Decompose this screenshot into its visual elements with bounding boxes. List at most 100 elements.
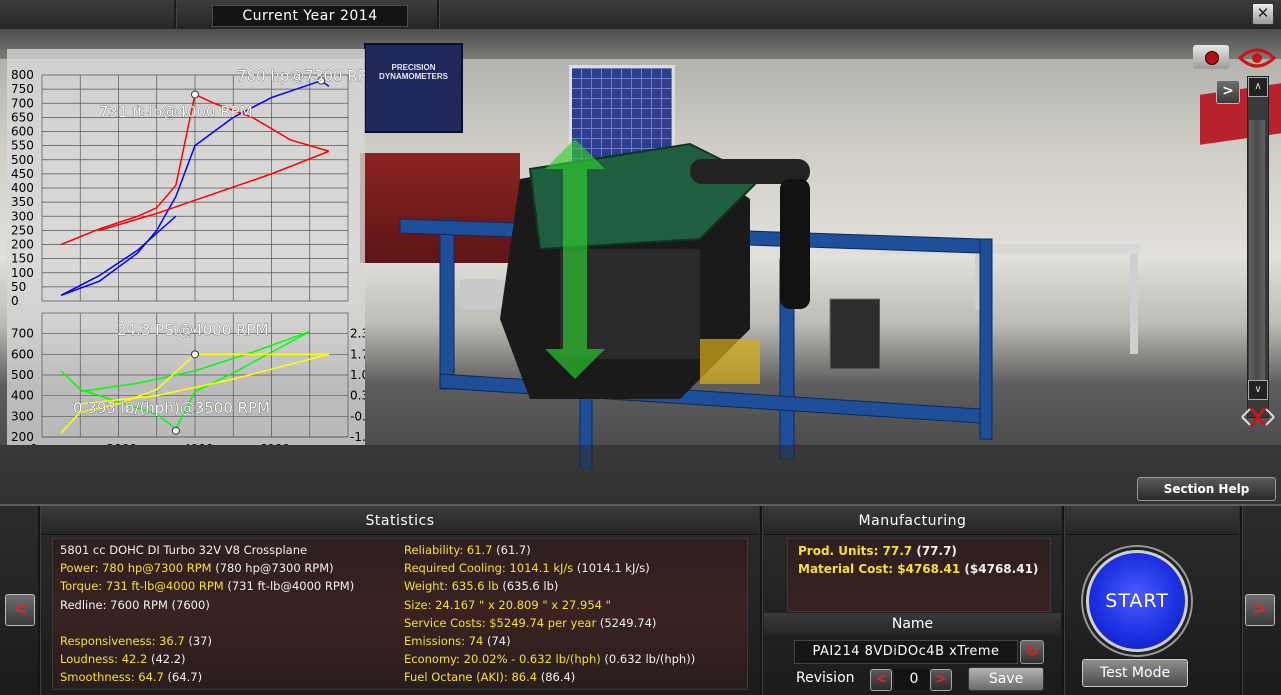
peak-torque-marker bbox=[191, 90, 199, 99]
viewport-shade bbox=[0, 445, 1281, 504]
stat-value: (0.632 lb/(hph)) bbox=[600, 652, 696, 667]
name-header: Name bbox=[764, 613, 1061, 635]
top-bar: Current Year 2014 ✕ bbox=[0, 0, 1281, 30]
scroll-up-button[interactable]: ∧ bbox=[1248, 77, 1268, 97]
y-tick-label: 50 bbox=[11, 280, 26, 294]
stat-value: (731 ft-lb@4000 RPM) bbox=[223, 579, 355, 594]
stat-label: Size: 24.167 " x 20.809 " x 27.954 " bbox=[404, 597, 611, 612]
stat-value: (5249.74) bbox=[596, 615, 657, 630]
prod-units-stat: Prod. Units: 77.7 (77.7) bbox=[798, 544, 957, 558]
y-tick-label: 800 bbox=[11, 68, 34, 82]
y-tick-label: 500 bbox=[11, 153, 34, 167]
x-tick-label: 4000 bbox=[183, 442, 214, 445]
y-tick-label: 250 bbox=[11, 223, 34, 237]
reset-view-icon[interactable] bbox=[1238, 402, 1278, 432]
y-tick-label: 400 bbox=[11, 181, 34, 195]
panel-divider bbox=[1062, 506, 1065, 695]
x-tick-label: 2000 bbox=[107, 442, 138, 445]
manufacturing-header: Manufacturing bbox=[764, 506, 1061, 535]
stat-label: Smoothness: 64.7 bbox=[60, 670, 164, 685]
y-tick-label: 100 bbox=[11, 266, 34, 280]
panel-divider bbox=[1240, 506, 1243, 695]
zoom-scroll-thumb[interactable] bbox=[1249, 120, 1265, 388]
workbench-leg bbox=[1130, 254, 1138, 354]
revision-value: 0 bbox=[894, 669, 934, 689]
stat-value: (37) bbox=[184, 633, 212, 648]
next-page-button[interactable]: > bbox=[1245, 594, 1275, 626]
boost-economy-graph: 7002.36001.75001.04000.3300-0.3200-1.002… bbox=[11, 312, 365, 445]
y2-tick-label: -0.3 bbox=[350, 409, 365, 423]
y-tick-label: 0 bbox=[11, 294, 19, 308]
close-button[interactable]: ✕ bbox=[1252, 3, 1274, 25]
y-tick-label: 400 bbox=[11, 389, 34, 403]
y-tick-label: 750 bbox=[11, 82, 34, 96]
stat-label: Fuel Octane (AKI): 86.4 bbox=[404, 670, 538, 685]
y-tick-label: 300 bbox=[11, 209, 34, 223]
material-cost-stat: Material Cost: $4768.41 ($4768.41) bbox=[798, 562, 1039, 576]
y-tick-label: 650 bbox=[11, 110, 34, 124]
y-tick-label: 600 bbox=[11, 125, 34, 139]
stat-row: Service Costs: $5249.74 per year (5249.7… bbox=[404, 616, 656, 630]
y-tick-label: 450 bbox=[11, 167, 34, 181]
stat-row: Weight: 635.6 lb (635.6 lb) bbox=[404, 579, 558, 593]
engine-name-field[interactable]: PAI214 8VDiDOc4B xTreme bbox=[794, 640, 1018, 664]
y-tick-label: 700 bbox=[11, 96, 34, 110]
peak-power-annotation: 780 hp@7300 RPM bbox=[237, 67, 365, 85]
y-tick-label: 150 bbox=[11, 252, 34, 266]
stat-value: (86.4) bbox=[537, 670, 576, 685]
top-divider bbox=[437, 0, 440, 29]
stat-label: Redline: 7600 RPM bbox=[60, 597, 168, 612]
stat-label: Service Costs: $5249.74 per year bbox=[404, 615, 597, 630]
y-tick-label: 200 bbox=[11, 238, 34, 252]
stat-row: Required Cooling: 1014.1 kJ/s (1014.1 kJ… bbox=[404, 561, 650, 575]
peak-boost-marker bbox=[191, 350, 199, 359]
y2-tick-label: 1.7 bbox=[350, 347, 365, 361]
revision-next-button[interactable]: > bbox=[930, 669, 952, 691]
stat-row: Power: 780 hp@7300 RPM (780 hp@7300 RPM) bbox=[60, 561, 334, 575]
stat-label: Weight: 635.6 lb bbox=[404, 579, 499, 594]
revision-prev-button[interactable]: < bbox=[870, 669, 892, 691]
stat-label: Torque: 731 ft-lb@4000 RPM bbox=[60, 579, 224, 594]
stat-label: Economy: 20.02% - 0.632 lb/(hph) bbox=[404, 652, 601, 667]
save-button[interactable]: Save bbox=[968, 667, 1044, 691]
stat-label: Required Cooling: 1014.1 kJ/s bbox=[404, 561, 574, 576]
stat-value: (780 hp@7300 RPM) bbox=[211, 561, 334, 576]
stat-value: (74) bbox=[483, 634, 511, 648]
y-tick-label: 700 bbox=[11, 327, 34, 341]
y2-tick-label: 0.3 bbox=[350, 389, 365, 403]
stat-row: Fuel Octane (AKI): 86.4 (86.4) bbox=[404, 670, 575, 684]
next-view-button[interactable]: > bbox=[1216, 80, 1240, 104]
revision-label: Revision bbox=[796, 670, 855, 686]
eye-icon[interactable] bbox=[1238, 45, 1276, 71]
y-tick-label: 500 bbox=[11, 368, 34, 382]
panel-divider bbox=[760, 506, 763, 695]
performance-graphs: 800 750 700 650 600 550 500 450 400 350 300 250 200 1… bbox=[7, 49, 365, 445]
stat-value: (61.7) bbox=[492, 543, 531, 557]
statistics-header: Statistics bbox=[41, 506, 759, 535]
test-mode-button[interactable]: Test Mode bbox=[1082, 659, 1188, 687]
engine-model[interactable] bbox=[460, 139, 880, 409]
y2-tick-label: 2.3 bbox=[350, 327, 365, 341]
stat-value: (42.2) bbox=[147, 652, 186, 666]
current-year-label: Current Year 2014 bbox=[212, 5, 408, 27]
start-button[interactable]: START bbox=[1086, 550, 1188, 652]
y2-tick-label: 1.0 bbox=[350, 368, 365, 382]
peak-torque-annotation: 731 ft-lb@4000 RPM bbox=[99, 103, 253, 121]
best-economy-annotation: 0.393 lb/(hph)@3500 RPM bbox=[73, 399, 270, 417]
stat-row: Torque: 731 ft-lb@4000 RPM (731 ft-lb@40… bbox=[60, 579, 354, 593]
randomize-name-button[interactable]: ↻ bbox=[1020, 640, 1044, 664]
stat-row: Reliability: 61.7 (61.7) bbox=[404, 543, 531, 557]
camera-icon[interactable] bbox=[1193, 45, 1229, 69]
engine-3d-viewport[interactable]: PRECISION DYNAMOMETERS 8007507006506 bbox=[0, 29, 1281, 504]
stat-label: Emissions: 74 bbox=[404, 634, 484, 648]
stat-value: (635.6 lb) bbox=[498, 579, 559, 594]
prev-page-button[interactable]: < bbox=[5, 594, 35, 626]
stat-label: Reliability: 61.7 bbox=[404, 543, 493, 557]
x-tick-label: 0 bbox=[30, 442, 38, 445]
scroll-down-button[interactable]: ∨ bbox=[1248, 380, 1268, 400]
dyno-poster: PRECISION DYNAMOMETERS bbox=[364, 43, 463, 133]
section-help-button[interactable]: Section Help bbox=[1137, 477, 1276, 501]
stat-row: Redline: 7600 RPM (7600) bbox=[60, 598, 210, 612]
peak-boost-annotation: 24.3 PSI@4000 RPM bbox=[117, 321, 269, 339]
stat-label: Loudness: 42.2 bbox=[60, 652, 148, 666]
